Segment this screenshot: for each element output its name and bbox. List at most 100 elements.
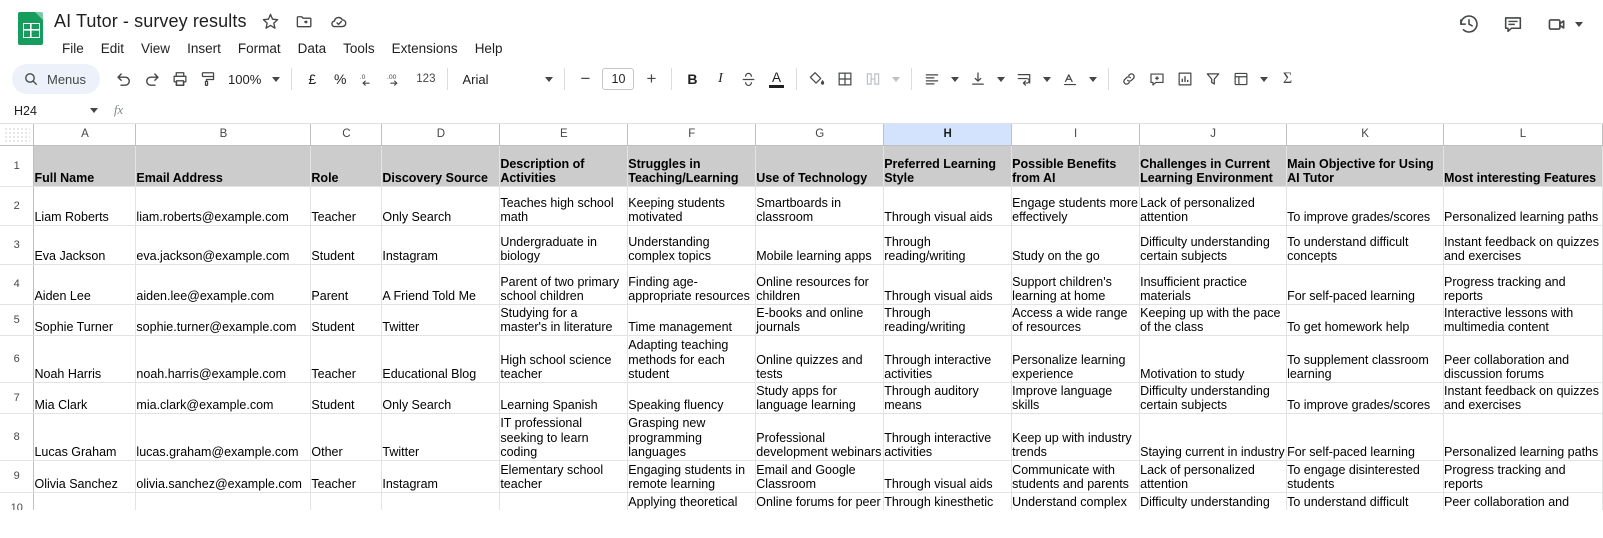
menu-tools[interactable]: Tools [335,39,383,58]
text-wrapping-dropdown-caret[interactable] [1038,65,1056,93]
cell-a5[interactable]: Sophie Turner [34,304,136,335]
row-header-3[interactable]: 3 [0,225,34,264]
cell-j2[interactable]: Lack of personalized attention [1140,186,1287,225]
zoom-dropdown-caret[interactable] [267,65,285,93]
cell-h1[interactable]: Preferred Learning Style [884,145,1012,186]
row-header-8[interactable]: 8 [0,413,34,460]
insert-chart-button[interactable] [1171,65,1199,93]
cell-h5[interactable]: Through reading/writing [884,304,1012,335]
create-filter-button[interactable] [1199,65,1227,93]
cell-b3[interactable]: eva.jackson@example.com [136,225,311,264]
functions-button[interactable] [1227,65,1255,93]
cell-i8[interactable]: Keep up with industry trends [1012,413,1140,460]
row-header-5[interactable]: 5 [0,304,34,335]
font-family-selector[interactable]: Arial [454,65,540,93]
cell-a2[interactable]: Liam Roberts [34,186,136,225]
cell-k7[interactable]: To improve grades/scores [1287,382,1444,413]
cell-d6[interactable]: Educational Blog [382,335,500,382]
cell-h4[interactable]: Through visual aids [884,264,1012,304]
cell-d7[interactable]: Only Search [382,382,500,413]
menu-extensions[interactable]: Extensions [384,39,466,58]
cell-i10[interactable]: Understand complex engineering concepts [1012,492,1140,510]
borders-button[interactable] [831,65,859,93]
cell-g6[interactable]: Online quizzes and tests [756,335,884,382]
format-as-currency-button[interactable]: £ [298,65,326,93]
menu-help[interactable]: Help [467,39,511,58]
cell-b4[interactable]: aiden.lee@example.com [136,264,311,304]
cell-j1[interactable]: Challenges in Current Learning Environme… [1140,145,1287,186]
cell-a8[interactable]: Lucas Graham [34,413,136,460]
cell-l3[interactable]: Instant feedback on quizzes and exercise… [1443,225,1602,264]
row-header-7[interactable]: 7 [0,382,34,413]
cell-d2[interactable]: Only Search [382,186,500,225]
horizontal-align-button[interactable] [918,65,946,93]
cell-c1[interactable]: Role [311,145,382,186]
name-box[interactable]: H24 [8,100,104,122]
cell-c6[interactable]: Teacher [311,335,382,382]
cell-g8[interactable]: Professional development webinars [756,413,884,460]
cell-f8[interactable]: Grasping new programming languages [628,413,756,460]
cell-b8[interactable]: lucas.graham@example.com [136,413,311,460]
increase-decimal-places-button[interactable]: .00 [382,65,410,93]
cell-f3[interactable]: Understanding complex topics [628,225,756,264]
cell-k8[interactable]: For self-paced learning [1287,413,1444,460]
fill-color-button[interactable] [803,65,831,93]
cell-h9[interactable]: Through visual aids [884,460,1012,492]
cell-b5[interactable]: sophie.turner@example.com [136,304,311,335]
cell-h8[interactable]: Through interactive activities [884,413,1012,460]
cell-b7[interactable]: mia.clark@example.com [136,382,311,413]
menu-file[interactable]: File [54,39,92,58]
cell-l1[interactable]: Most interesting Features [1443,145,1602,186]
star-icon[interactable] [261,12,281,32]
format-as-percent-button[interactable]: % [326,65,354,93]
cell-h3[interactable]: Through reading/writing [884,225,1012,264]
menu-data[interactable]: Data [290,39,335,58]
cell-k10[interactable]: To understand difficult concepts [1287,492,1444,510]
cell-c3[interactable]: Student [311,225,382,264]
cell-e3[interactable]: Undergraduate in biology [500,225,628,264]
cell-e8[interactable]: IT professional seeking to learn coding [500,413,628,460]
cell-d5[interactable]: Twitter [382,304,500,335]
cell-k1[interactable]: Main Objective for Using AI Tutor [1287,145,1444,186]
cell-d10[interactable]: A Friend Told Me [382,492,500,510]
cell-j6[interactable]: Motivation to study [1140,335,1287,382]
comment-history-icon[interactable] [1501,12,1525,36]
cell-e1[interactable]: Description of Activities [500,145,628,186]
cell-d9[interactable]: Instagram [382,460,500,492]
menus-search-button[interactable]: Menus [12,64,100,94]
cell-d3[interactable]: Instagram [382,225,500,264]
version-history-icon[interactable] [1457,12,1481,36]
cell-e2[interactable]: Teaches high school math [500,186,628,225]
menu-format[interactable]: Format [230,39,289,58]
increase-font-size-button[interactable]: + [637,65,665,93]
cell-l8[interactable]: Personalized learning paths [1443,413,1602,460]
join-call-icon[interactable] [1545,12,1569,36]
horizontal-align-dropdown-caret[interactable] [946,65,964,93]
decrease-font-size-button[interactable]: − [571,65,599,93]
column-header-l[interactable]: L [1443,124,1602,145]
column-header-k[interactable]: K [1287,124,1444,145]
cell-d4[interactable]: A Friend Told Me [382,264,500,304]
cell-d8[interactable]: Twitter [382,413,500,460]
text-rotation-dropdown-caret[interactable] [1084,65,1102,93]
cell-e6[interactable]: High school science teacher [500,335,628,382]
cell-b6[interactable]: noah.harris@example.com [136,335,311,382]
cell-g2[interactable]: Smartboards in classroom [756,186,884,225]
column-header-i[interactable]: I [1012,124,1140,145]
cell-i1[interactable]: Possible Benefits from AI [1012,145,1140,186]
column-header-c[interactable]: C [311,124,382,145]
cell-j4[interactable]: Insufficient practice materials [1140,264,1287,304]
cell-k3[interactable]: To understand difficult concepts [1287,225,1444,264]
cell-k4[interactable]: For self-paced learning [1287,264,1444,304]
cell-h6[interactable]: Through interactive activities [884,335,1012,382]
cell-i3[interactable]: Study on the go [1012,225,1140,264]
cell-f5[interactable]: Time management [628,304,756,335]
paint-format-button[interactable] [194,65,222,93]
cell-a1[interactable]: Full Name [34,145,136,186]
cell-h2[interactable]: Through visual aids [884,186,1012,225]
vertical-align-dropdown-caret[interactable] [992,65,1010,93]
cell-h10[interactable]: Through kinesthetic activities [884,492,1012,510]
cell-i6[interactable]: Personalize learning experience [1012,335,1140,382]
cell-c8[interactable]: Other [311,413,382,460]
cell-i2[interactable]: Engage students more effectively [1012,186,1140,225]
